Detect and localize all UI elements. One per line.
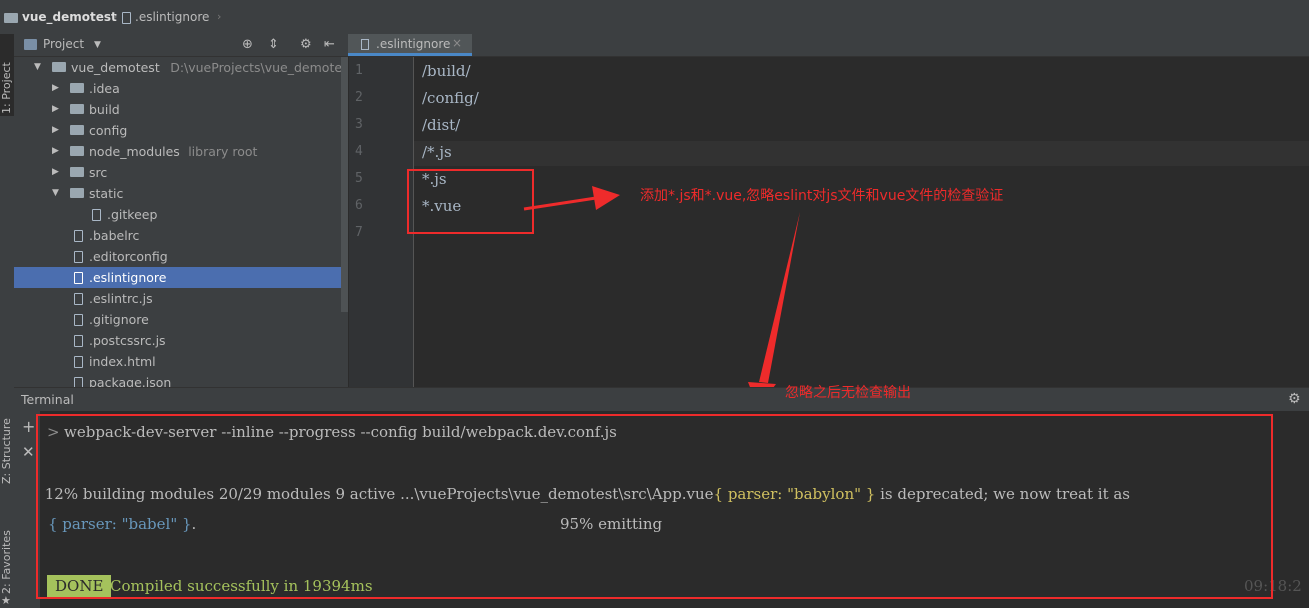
terminal-header: Terminal ⚙ <box>14 387 1309 412</box>
terminal-title: Terminal <box>21 392 74 407</box>
annotation-arrow-down <box>759 212 800 383</box>
annotation-arrow-right <box>523 196 597 211</box>
annotation-box-terminal <box>36 414 1273 599</box>
close-session-icon[interactable]: ✕ <box>22 443 35 461</box>
annotation-note-top: 添加*.js和*.vue,忽略eslint对js文件和vue文件的检查验证 <box>640 188 1004 204</box>
gear-icon[interactable]: ⚙ <box>1288 391 1301 407</box>
annotation-note-bottom: 忽略之后无检查输出 <box>785 385 911 401</box>
new-session-icon[interactable]: + <box>22 417 35 436</box>
annotation-arrowhead-right <box>592 186 620 210</box>
